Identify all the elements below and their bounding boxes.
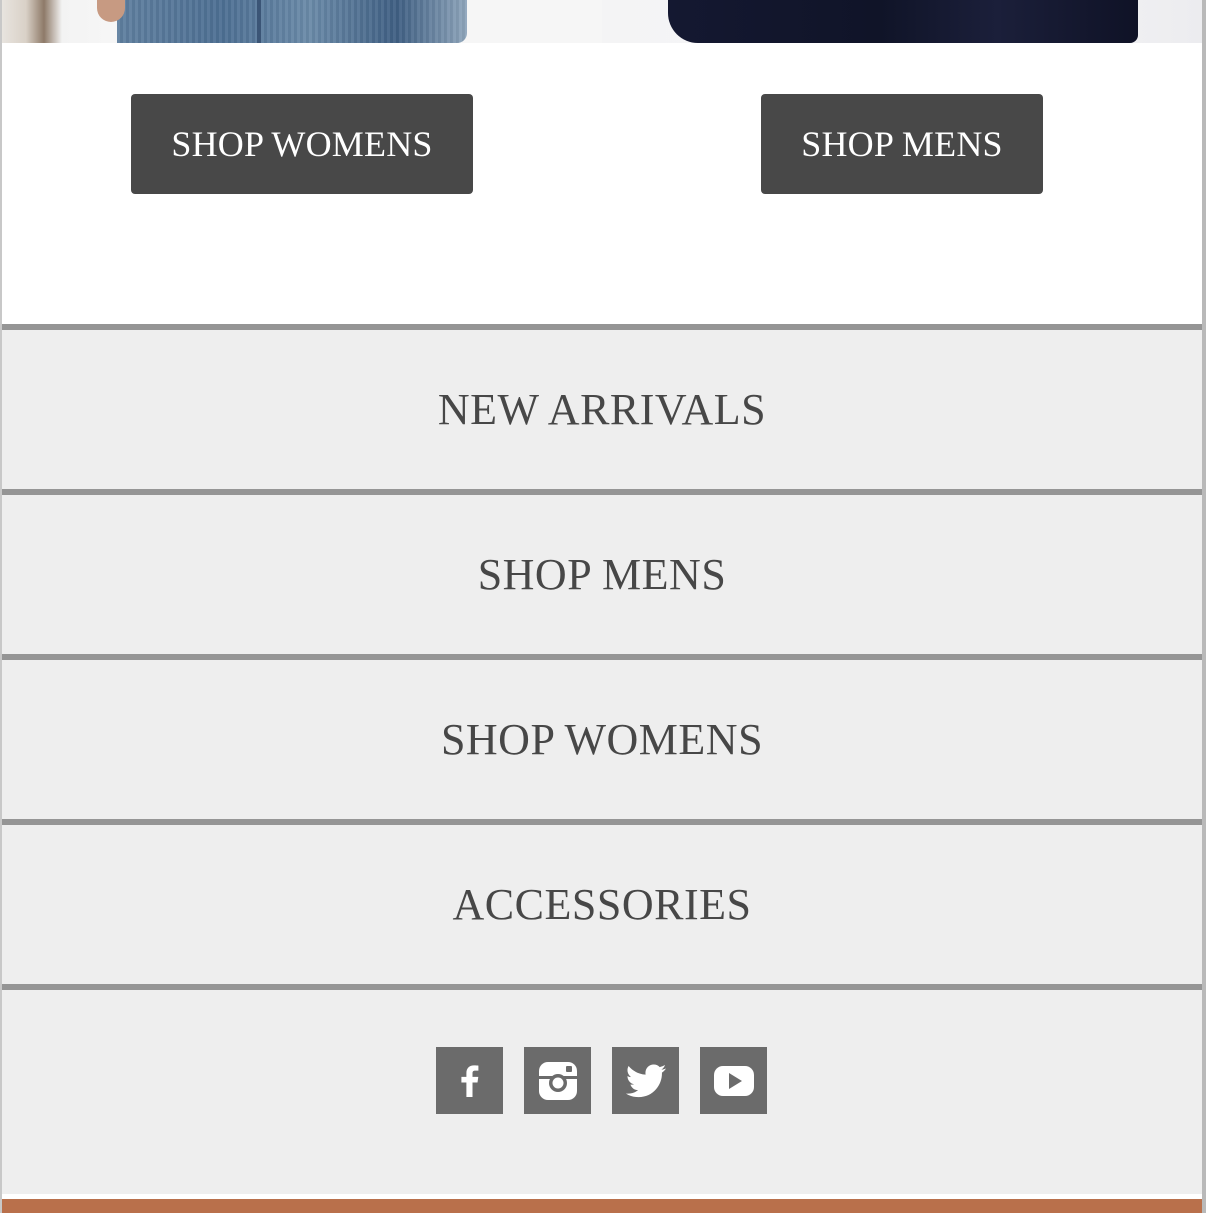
shop-womens-button[interactable]: SHOP WOMENS (131, 94, 473, 194)
social-icons (436, 1047, 767, 1114)
youtube-icon[interactable] (700, 1047, 767, 1114)
instagram-icon[interactable] (524, 1047, 591, 1114)
twitter-icon[interactable] (612, 1047, 679, 1114)
social-links-row (2, 984, 1202, 1194)
jeans-seam (257, 0, 261, 43)
shop-mens-button[interactable]: SHOP MENS (761, 94, 1043, 194)
hero-banner (2, 0, 1202, 43)
denim-jeans-image (117, 0, 467, 43)
hero-mens-image[interactable] (602, 0, 1202, 43)
menu-item-new-arrivals[interactable]: NEW ARRIVALS (2, 324, 1202, 489)
footer-menu: NEW ARRIVALS SHOP MENS SHOP WOMENS ACCES… (2, 324, 1202, 1194)
menu-item-shop-womens[interactable]: SHOP WOMENS (2, 654, 1202, 819)
hero-womens-image[interactable] (2, 0, 602, 43)
facebook-icon[interactable] (436, 1047, 503, 1114)
footer-accent-bar (2, 1199, 1202, 1213)
menu-item-shop-mens[interactable]: SHOP MENS (2, 489, 1202, 654)
navy-jacket-image (668, 0, 1138, 43)
menu-item-accessories[interactable]: ACCESSORIES (2, 819, 1202, 984)
